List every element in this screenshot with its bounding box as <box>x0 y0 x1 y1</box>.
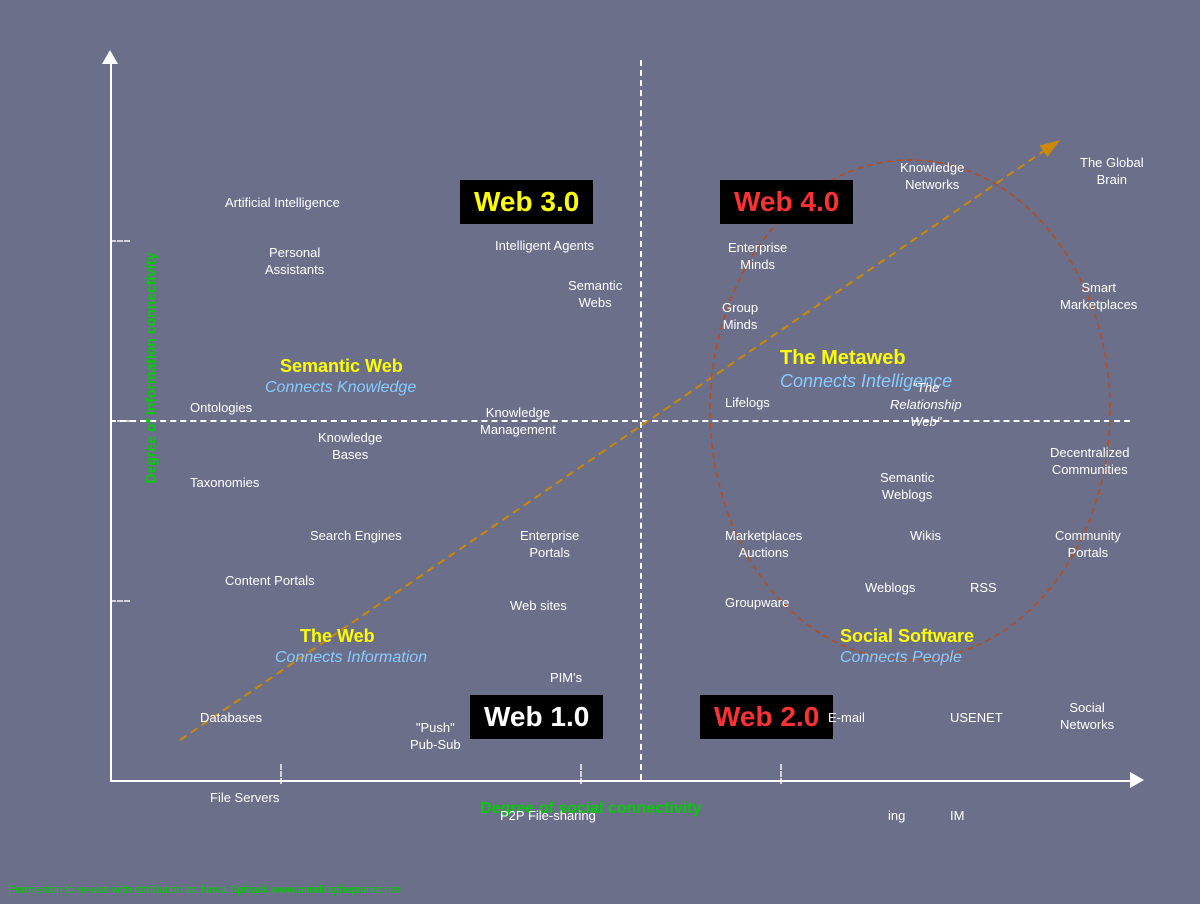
ai-label: Artificial Intelligence <box>225 195 340 212</box>
h-divider <box>110 420 1130 422</box>
rss-label: RSS <box>970 580 997 597</box>
web10-label: Web 1.0 <box>484 701 589 732</box>
web30-label: Web 3.0 <box>474 186 579 217</box>
enterprise-portals-label: EnterprisePortals <box>520 528 579 562</box>
pims-label: PIM's <box>550 670 582 687</box>
decentralized-label: DecentralizedCommunities <box>1050 445 1130 479</box>
global-brain-label: The GlobalBrain <box>1080 155 1144 189</box>
web-sites-label: Web sites <box>510 598 567 615</box>
enterprise-minds-label: EnterpriseMinds <box>728 240 787 274</box>
intelligent-agents-label: Intelligent Agents <box>495 238 594 255</box>
social-networks-label: SocialNetworks <box>1060 700 1114 734</box>
social-label: Social Software <box>840 625 974 648</box>
v-divider <box>640 60 642 780</box>
weblogs-label: Weblogs <box>865 580 915 597</box>
search-engines-label: Search Engines <box>310 528 402 545</box>
web10-box: Web 1.0 <box>470 695 603 739</box>
marketplaces-auctions-label: MarketplacesAuctions <box>725 528 802 562</box>
semantic-web-label: Semantic Web <box>280 355 403 378</box>
community-portals-label: CommunityPortals <box>1055 528 1121 562</box>
y-tick-1 <box>110 240 130 242</box>
knowledge-mgmt-label: KnowledgeManagement <box>480 405 556 439</box>
knowledge-networks-label: KnowledgeNetworks <box>900 160 964 194</box>
wikis-label: Wikis <box>910 528 941 545</box>
social-sub-label: Connects People <box>840 648 962 669</box>
usenet-label: USENET <box>950 710 1003 727</box>
y-axis-label: Degree of Information connectivity <box>143 252 159 483</box>
knowledge-bases-label: KnowledgeBases <box>318 430 382 464</box>
file-servers-label: File Servers <box>210 790 279 807</box>
content-portals-label: Content Portals <box>225 573 315 590</box>
smart-marketplaces-label: SmartMarketplaces <box>1060 280 1137 314</box>
email-label: E-mail <box>828 710 865 727</box>
semantic-webs-label: SemanticWebs <box>568 278 622 312</box>
web40-box: Web 4.0 <box>720 180 853 224</box>
im-label: IM <box>950 808 964 825</box>
x-tick-1 <box>280 764 282 784</box>
y-axis-arrow <box>102 50 118 64</box>
ontologies-label: Ontologies <box>190 400 252 417</box>
p2p-right-label: ing <box>888 808 905 825</box>
groupware-label: Groupware <box>725 595 789 612</box>
the-web-sub-label: Connects Information <box>275 648 427 669</box>
permission-text: Permission to re-use with attribution to… <box>8 884 400 896</box>
x-tick-3 <box>780 764 782 784</box>
y-tick-3 <box>110 600 130 602</box>
metaweb-label: The Metaweb <box>780 345 906 371</box>
web40-label: Web 4.0 <box>734 186 839 217</box>
chart-container: Degree of Information connectivity Degre… <box>80 60 1160 840</box>
x-axis <box>110 780 1130 782</box>
taxonomies-label: Taxonomies <box>190 475 259 492</box>
semantic-web-sub-label: Connects Knowledge <box>265 378 416 399</box>
group-minds-label: GroupMinds <box>722 300 758 334</box>
x-axis-arrow <box>1130 772 1144 788</box>
push-pubsub-label: "Push"Pub-Sub <box>410 720 461 754</box>
web30-box: Web 3.0 <box>460 180 593 224</box>
semantic-weblogs-label: SemanticWeblogs <box>880 470 934 504</box>
personal-assistants-label: PersonalAssistants <box>265 245 324 279</box>
web20-box: Web 2.0 <box>700 695 833 739</box>
the-web-label: The Web <box>300 625 375 648</box>
relationship-web-label: "TheRelationshipWeb" <box>890 380 962 431</box>
p2p-filesharing-label: P2P File-sharing <box>500 808 596 825</box>
databases-label: Databases <box>200 710 262 727</box>
web20-label: Web 2.0 <box>714 701 819 732</box>
lifelogs-label: Lifelogs <box>725 395 770 412</box>
x-tick-2 <box>580 764 582 784</box>
